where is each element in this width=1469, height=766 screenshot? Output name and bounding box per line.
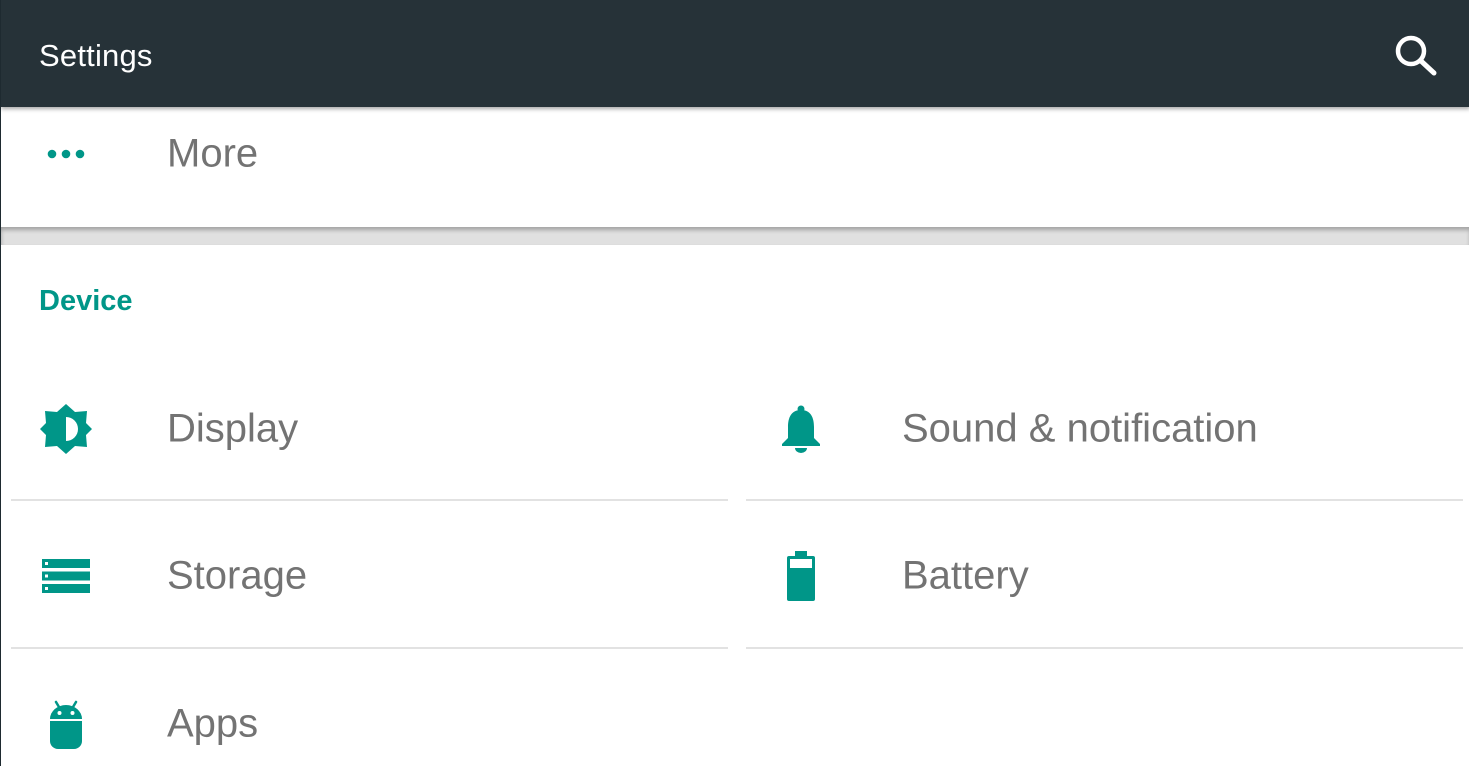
settings-item-label: Apps <box>167 701 259 746</box>
page-title: Settings <box>39 38 153 73</box>
divider <box>746 499 1463 501</box>
settings-item-label: Sound & notification <box>902 406 1258 451</box>
storage-icon <box>29 546 103 606</box>
divider <box>11 499 728 501</box>
settings-item-display[interactable]: Display <box>1 356 736 502</box>
bell-icon <box>764 399 838 459</box>
settings-item-apps[interactable]: Apps <box>1 651 736 766</box>
more-horiz-icon <box>29 124 103 184</box>
settings-item-battery[interactable]: Battery <box>736 503 1469 649</box>
settings-screen: Settings More Device Display Sound & not… <box>0 0 1469 766</box>
device-card: Device Display Sound & notification Stor… <box>1 245 1469 766</box>
settings-item-label: Battery <box>902 553 1029 598</box>
wireless-networks-card: More <box>1 107 1469 227</box>
brightness-icon <box>29 399 103 459</box>
android-icon <box>29 694 103 754</box>
settings-item-storage[interactable]: Storage <box>1 503 736 649</box>
settings-item-label: Storage <box>167 553 308 598</box>
divider <box>746 647 1463 649</box>
settings-item-sound-notification[interactable]: Sound & notification <box>736 356 1469 502</box>
settings-item-label: More <box>167 131 259 176</box>
battery-icon <box>764 546 838 606</box>
app-toolbar: Settings <box>1 0 1469 107</box>
settings-item-label: Display <box>167 406 299 451</box>
divider <box>11 647 728 649</box>
card-separator <box>1 227 1469 245</box>
search-icon <box>1395 35 1437 76</box>
search-button[interactable] <box>1391 32 1439 76</box>
section-header-device: Device <box>39 285 133 317</box>
